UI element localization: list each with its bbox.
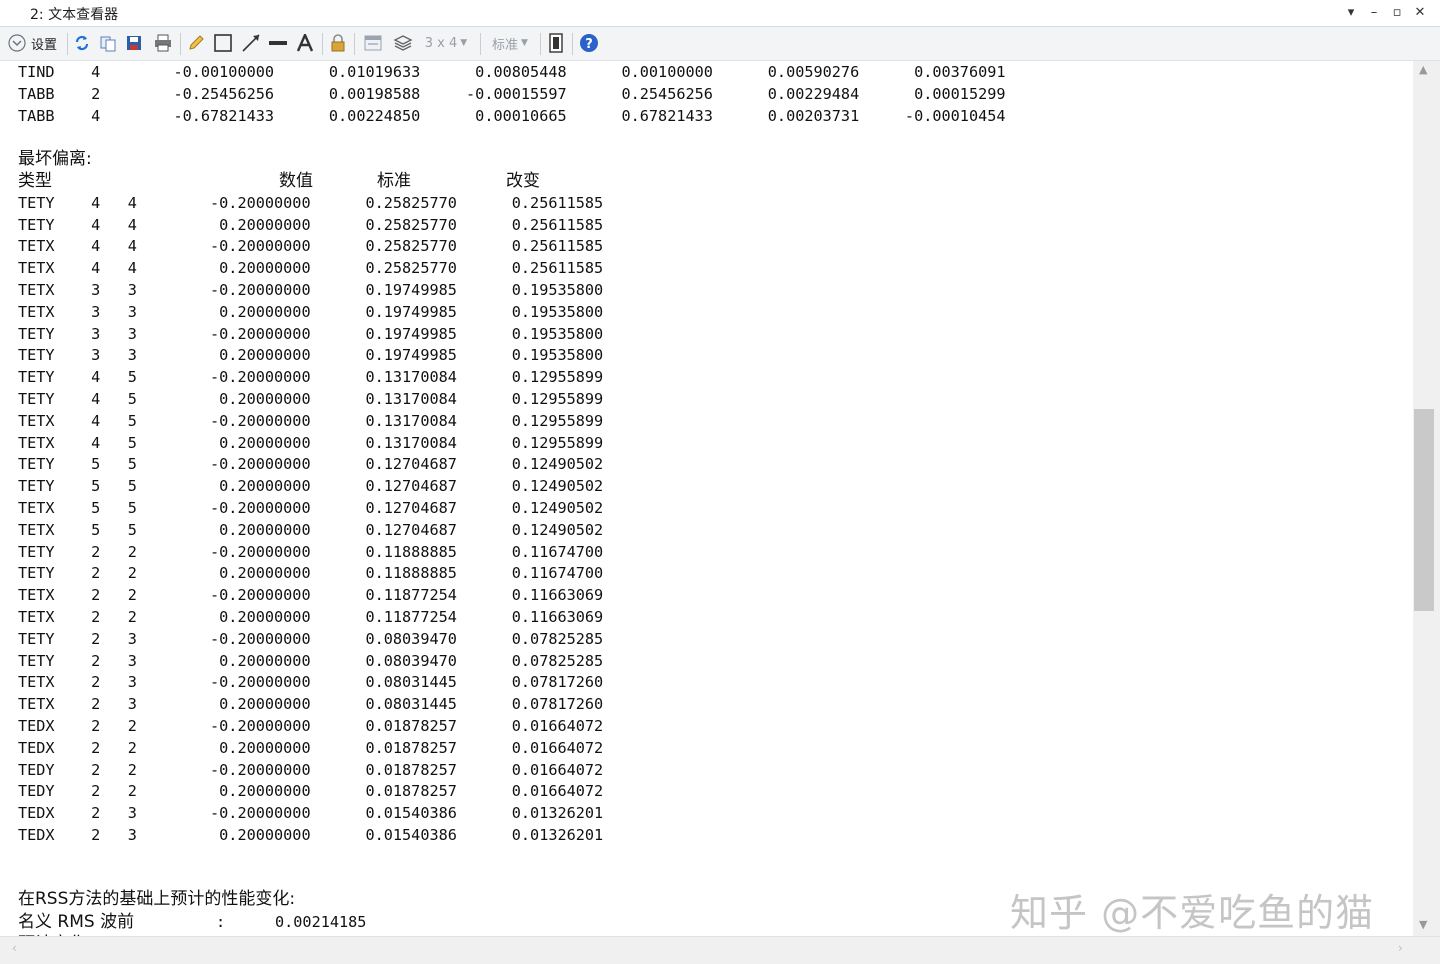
column-header-value: 数值 (279, 171, 313, 191)
scroll-left-icon[interactable]: ‹ (12, 941, 17, 955)
watermark: 知乎 @不爱吃鱼的猫 (1010, 891, 1375, 935)
table-row: TETY 3 3 -0.20000000 0.19749985 0.195358… (18, 324, 604, 343)
scroll-thumb[interactable] (1414, 409, 1434, 611)
scroll-down-icon[interactable]: ▼ (1419, 918, 1427, 931)
minimize-button[interactable]: – (1364, 3, 1384, 23)
chevron-down-icon: ▼ (521, 38, 528, 48)
table-row: TEDX 2 2 -0.20000000 0.01878257 0.016640… (18, 717, 604, 735)
export-icon[interactable] (546, 33, 566, 53)
toolbar: 设置 3 x 4 ▼ 标准 ▼ ? (0, 27, 1440, 61)
toolbar-separator (540, 33, 541, 55)
toolbar-separator (480, 33, 481, 55)
standard-dropdown[interactable]: 标准 ▼ (486, 33, 534, 53)
vertical-scrollbar[interactable]: ▲ ▼ (1413, 61, 1440, 936)
table-row: TETX 5 5 -0.20000000 0.12704687 0.124905… (18, 499, 604, 517)
table-row: TETY 2 2 0.20000000 0.11888885 0.1167470… (18, 564, 604, 583)
table-row: TETY 2 2 -0.20000000 0.11888885 0.116747… (18, 542, 604, 561)
layout-label: 3 x 4 (424, 35, 458, 51)
table-row: TEDX 2 3 -0.20000000 0.01540386 0.013262… (18, 804, 604, 823)
dropdown-icon[interactable]: ▾ (1341, 3, 1361, 23)
chevron-down-icon (8, 34, 26, 52)
table-row: TETX 4 4 -0.20000000 0.25825770 0.256115… (18, 237, 604, 256)
top-table-row: TABB 2 -0.25456256 0.00198588 -0.0001559… (18, 84, 1006, 103)
rss-heading: 在RSS方法的基础上预计的性能变化: (18, 889, 296, 910)
toolbar-separator (180, 33, 181, 55)
table-row: TETX 2 3 0.20000000 0.08031445 0.0781726… (18, 695, 604, 714)
standard-label: 标准 (492, 37, 519, 53)
refresh-icon[interactable] (72, 33, 92, 53)
table-row: TETY 4 5 -0.20000000 0.13170084 0.129558… (18, 368, 604, 387)
table-row: TETX 5 5 0.20000000 0.12704687 0.1249050… (18, 520, 604, 539)
settings-label: 设置 (31, 37, 58, 53)
close-button[interactable]: ✕ (1410, 3, 1430, 23)
help-icon[interactable]: ? (578, 33, 600, 53)
maximize-button[interactable]: ▫ (1387, 3, 1407, 23)
rectangle-icon[interactable] (212, 33, 234, 53)
table-row: TETY 2 3 -0.20000000 0.08039470 0.078252… (18, 629, 604, 648)
top-table-row: TABB 4 -0.67821433 0.00224850 0.00010665… (18, 106, 1006, 125)
column-header-type: 类型 (18, 171, 52, 191)
table-row: TETY 2 3 0.20000000 0.08039470 0.0782528… (18, 651, 604, 670)
window-title: 2: 文本查看器 (30, 7, 119, 23)
toolbar-separator (67, 33, 68, 55)
table-row: TETX 2 3 -0.20000000 0.08031445 0.078172… (18, 673, 604, 692)
column-header-standard: 标准 (377, 171, 411, 191)
table-row: TETY 5 5 -0.20000000 0.12704687 0.124905… (18, 455, 604, 474)
table-row: TEDX 2 2 0.20000000 0.01878257 0.0166407… (18, 738, 604, 757)
chevron-down-icon: ▼ (460, 38, 468, 48)
svg-text:?: ? (585, 37, 593, 52)
toolbar-separator (572, 33, 573, 55)
print-icon[interactable] (152, 33, 174, 53)
text-icon[interactable] (294, 33, 316, 53)
window-icon[interactable] (362, 33, 384, 53)
table-row: TETX 4 4 0.20000000 0.25825770 0.2561158… (18, 259, 604, 278)
table-row: TETY 3 3 0.20000000 0.19749985 0.1953580… (18, 346, 604, 365)
lock-icon[interactable] (328, 33, 348, 53)
scroll-right-icon[interactable]: › (1398, 941, 1403, 955)
table-row: TEDY 2 2 0.20000000 0.01878257 0.0166407… (18, 782, 604, 801)
table-row: TEDX 2 3 0.20000000 0.01540386 0.0132620… (18, 826, 604, 844)
table-row: TETY 4 5 0.20000000 0.13170084 0.1295589… (18, 390, 604, 408)
table-row: TETY 5 5 0.20000000 0.12704687 0.1249050… (18, 477, 604, 496)
table-row: TETX 3 3 0.20000000 0.19749985 0.1953580… (18, 302, 604, 321)
scroll-up-icon[interactable]: ▲ (1419, 63, 1427, 76)
nominal-rms-value: 0.00214185 (275, 913, 367, 932)
table-row: TETX 4 5 -0.20000000 0.13170084 0.129558… (18, 411, 604, 430)
nominal-rms-label: 名义 RMS 波前 (18, 912, 135, 933)
line-icon[interactable] (267, 33, 289, 53)
arrow-line-icon[interactable] (240, 33, 262, 53)
section-heading: 最坏偏离: (18, 149, 92, 170)
table-row: TETY 4 4 -0.20000000 0.25825770 0.256115… (18, 193, 604, 212)
table-row: TETX 2 2 0.20000000 0.11877254 0.1166306… (18, 608, 604, 626)
toolbar-separator (322, 33, 323, 55)
save-icon[interactable] (124, 33, 144, 53)
copy-icon[interactable] (98, 33, 118, 53)
top-table-row: TIND 4 -0.00100000 0.01019633 0.00805448… (18, 63, 1006, 81)
layout-dropdown[interactable]: 3 x 4 ▼ (420, 33, 472, 53)
horizontal-scrollbar[interactable]: ‹ › (0, 936, 1440, 964)
nominal-rms-separator: : (216, 913, 226, 932)
toolbar-separator (354, 33, 355, 55)
text-viewer-content[interactable]: TIND 4 -0.00100000 0.01019633 0.00805448… (0, 61, 1413, 936)
pencil-icon[interactable] (186, 33, 206, 53)
title-bar: 2: 文本查看器 ▾ – ▫ ✕ (0, 0, 1440, 27)
table-row: TETX 4 5 0.20000000 0.13170084 0.1295589… (18, 433, 604, 452)
table-row: TETX 3 3 -0.20000000 0.19749985 0.195358… (18, 281, 604, 299)
table-row: TETY 4 4 0.20000000 0.25825770 0.2561158… (18, 215, 604, 234)
column-header-change: 改变 (506, 171, 540, 191)
settings-button[interactable]: 设置 (8, 33, 64, 53)
table-row: TEDY 2 2 -0.20000000 0.01878257 0.016640… (18, 760, 604, 779)
layers-icon[interactable] (392, 33, 414, 53)
table-row: TETX 2 2 -0.20000000 0.11877254 0.116630… (18, 586, 604, 605)
